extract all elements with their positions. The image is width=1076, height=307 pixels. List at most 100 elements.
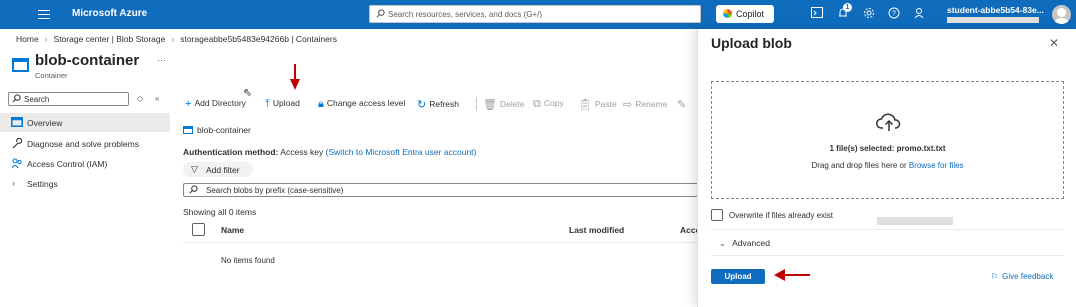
item-count-text: Showing all 0 items — [183, 207, 257, 217]
auth-method-label: Authentication method: — [183, 147, 279, 157]
switch-auth-link[interactable]: (Switch to Microsoft Entra user account) — [326, 147, 477, 157]
nav-item-label: Settings — [27, 179, 58, 189]
overview-icon — [11, 117, 23, 128]
container-icon — [12, 58, 29, 72]
cloud-shell-icon[interactable] — [810, 7, 824, 21]
refresh-icon: ↻ — [417, 99, 427, 111]
add-filter-button[interactable]: ▽ Add filter — [183, 162, 253, 177]
add-directory-label: Add Directory — [194, 98, 246, 108]
top-bar: Microsoft Azure Search resources, servic… — [0, 0, 1076, 29]
more-options-icon[interactable]: ··· — [157, 55, 166, 65]
rename-label: Rename — [635, 99, 668, 109]
tag-icon: ✎ — [677, 99, 687, 111]
overflow-tool-icon[interactable]: ✎ — [677, 98, 689, 111]
svg-text:?: ? — [892, 11, 896, 18]
drop-hint: Drag and drop files here or Browse for f… — [712, 161, 1063, 170]
chevron-right-icon: › — [12, 178, 15, 188]
wrench-icon — [11, 137, 23, 149]
breadcrumb-separator-icon: › — [44, 34, 48, 44]
plus-icon: + — [185, 98, 192, 110]
column-header-last-modified[interactable]: Last modified — [569, 225, 624, 235]
selected-files-text: 1 file(s) selected: promo.txt.txt — [829, 144, 946, 153]
copy-button[interactable]: ⧉ Copy — [533, 98, 564, 111]
annotation-arrow-left-icon — [774, 269, 810, 281]
rename-icon: ⇨ — [623, 99, 633, 111]
collapse-menu-icon[interactable]: « — [155, 94, 159, 103]
blob-prefix-search-input[interactable]: Search blobs by prefix (case-sensitive) — [183, 183, 698, 197]
rename-button[interactable]: ⇨ Rename — [623, 98, 667, 111]
feedback-person-icon[interactable] — [913, 7, 927, 21]
close-icon[interactable]: ✕ — [1049, 36, 1059, 50]
redacted-bar — [877, 217, 953, 225]
upload-blob-panel: Upload blob ✕ 1 file(s) selected: promo.… — [697, 29, 1076, 307]
browse-for-files-link[interactable]: Browse for files — [909, 161, 964, 170]
nav-item-diagnose[interactable]: Diagnose and solve problems — [0, 134, 170, 153]
upload-arrow-icon: ⤒ — [265, 98, 270, 110]
upload-button[interactable]: ⤒ Upload — [265, 98, 300, 111]
clipboard-icon: 📋︎ — [578, 99, 592, 111]
nav-item-overview[interactable]: Overview — [0, 113, 170, 132]
copy-icon: ⧉ — [533, 98, 541, 110]
add-directory-button[interactable]: + Add Directory — [185, 98, 246, 110]
help-icon[interactable]: ? — [887, 7, 901, 21]
give-feedback-label: Give feedback — [1002, 272, 1054, 281]
menu-search-placeholder: Search — [24, 95, 50, 104]
advanced-section-toggle[interactable]: ⌄ Advanced — [719, 238, 770, 249]
file-drop-zone[interactable]: 1 file(s) selected: promo.txt.txt Drag a… — [711, 81, 1064, 199]
page-title: blob-container — [35, 52, 140, 69]
container-small-icon — [183, 126, 193, 134]
refresh-label: Refresh — [429, 99, 459, 109]
copilot-icon — [723, 9, 732, 18]
nav-item-access-control[interactable]: Access Control (IAM) — [0, 154, 170, 173]
copilot-label: Copilot — [736, 9, 765, 19]
settings-gear-icon[interactable] — [862, 7, 876, 21]
blob-search-placeholder: Search blobs by prefix (case-sensitive) — [206, 186, 344, 195]
copilot-button[interactable]: Copilot — [716, 5, 774, 23]
notification-count-badge: 1 — [843, 3, 852, 12]
add-filter-label: Add filter — [206, 165, 240, 175]
container-name: blob-container — [197, 125, 251, 135]
select-all-checkbox[interactable] — [192, 223, 205, 236]
refresh-button[interactable]: ↻ Refresh — [417, 98, 459, 111]
redacted-directory-bar — [947, 17, 1039, 23]
hamburger-menu-icon[interactable] — [38, 7, 50, 21]
breadcrumb: Home › Storage center | Blob Storage › stora… — [16, 34, 337, 44]
expand-collapse-icon[interactable]: ◇ — [137, 94, 143, 103]
menu-search-input[interactable]: Search — [8, 92, 129, 106]
brand-title[interactable]: Microsoft Azure — [72, 8, 147, 19]
nav-item-label: Diagnose and solve problems — [27, 139, 139, 149]
toolbar-divider — [476, 97, 477, 111]
advanced-label: Advanced — [732, 238, 770, 248]
feedback-icon: ⚐ — [991, 272, 999, 281]
annotation-arrow-down-icon — [290, 64, 300, 90]
mouse-cursor-icon: ⇖ — [243, 87, 253, 99]
user-avatar[interactable] — [1052, 5, 1071, 24]
change-access-label: Change access level — [326, 98, 406, 108]
breadcrumb-home[interactable]: Home — [16, 34, 39, 44]
give-feedback-link[interactable]: ⚐ Give feedback — [991, 272, 1053, 281]
page-subtitle: Container — [35, 71, 68, 80]
overwrite-checkbox[interactable] — [711, 209, 723, 221]
cloud-upload-icon — [876, 113, 901, 131]
paste-button[interactable]: 📋︎ Paste — [578, 98, 617, 111]
panel-title: Upload blob — [711, 35, 792, 51]
table-header-divider — [183, 242, 698, 243]
upload-submit-button[interactable]: Upload — [711, 269, 765, 284]
people-icon — [11, 158, 23, 169]
paste-label: Paste — [594, 99, 617, 109]
lock-icon: 🔒︎ — [318, 98, 324, 110]
breadcrumb-storage-account[interactable]: storageabbe5b5483e94266b | Containers — [180, 34, 337, 44]
global-search-input[interactable]: Search resources, services, and docs (G+… — [369, 5, 701, 23]
column-header-name[interactable]: Name — [221, 225, 244, 235]
breadcrumb-storage-center[interactable]: Storage center | Blob Storage — [54, 34, 166, 44]
upload-label: Upload — [272, 98, 300, 108]
auth-method-value: Access key — [280, 147, 324, 157]
or-text: or — [899, 161, 907, 170]
change-access-level-button[interactable]: 🔒︎ Change access level — [318, 98, 405, 111]
filter-icon: ▽ — [191, 164, 198, 174]
user-account-name[interactable]: student-abbe5b54-83e... — [947, 5, 1044, 15]
nav-item-label: Access Control (IAM) — [27, 159, 108, 169]
delete-button[interactable]: 🗑︎ Delete — [483, 98, 525, 111]
nav-item-settings[interactable]: › Settings — [0, 174, 170, 193]
trash-icon: 🗑︎ — [483, 99, 497, 111]
